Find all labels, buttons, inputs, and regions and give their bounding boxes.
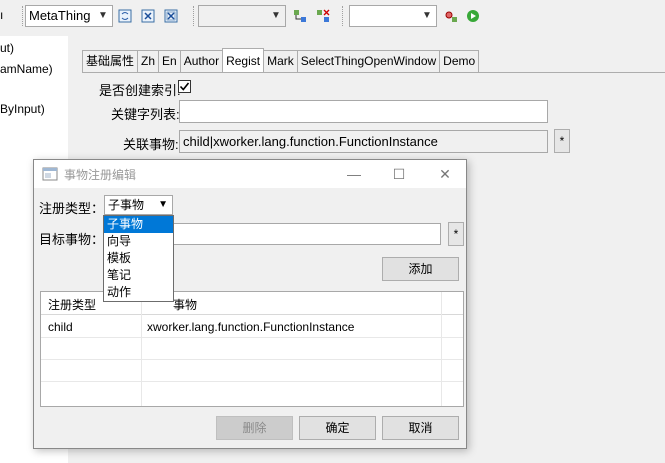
close-document-icon[interactable] (140, 8, 156, 24)
dropdown-option-action[interactable]: 动作 (104, 284, 173, 301)
close-icon[interactable]: ✕ (431, 164, 459, 184)
search-combo[interactable]: ▼ (349, 5, 437, 27)
find-icon[interactable] (443, 8, 459, 24)
refresh-document-icon[interactable] (117, 8, 133, 24)
run-icon[interactable] (465, 8, 481, 24)
related-thing-input[interactable]: child|xworker.lang.function.FunctionInst… (179, 130, 548, 153)
maximize-icon[interactable]: ☐ (385, 164, 413, 184)
toolbar: ı MetaThing ▼ ▼ ▼ (0, 0, 665, 32)
toolbar-separator (193, 6, 194, 26)
target-thing-browse-button[interactable]: * (448, 222, 464, 246)
tab-bar: 基础属性 Zh En Author Regist Mark SelectThin… (82, 48, 480, 72)
tab-en[interactable]: En (158, 50, 181, 72)
checkmark-icon (179, 82, 190, 91)
toolbar-fragment: ı (0, 8, 4, 22)
type-combo-value: 子事物 (108, 198, 145, 212)
keywords-input[interactable] (179, 100, 548, 123)
outline-item[interactable]: amName) (0, 62, 53, 76)
keywords-label: 关键字列表: (111, 107, 180, 122)
window-icon (42, 167, 58, 181)
dropdown-option-wizard[interactable]: 向导 (104, 233, 173, 250)
table-cell-thing: xworker.lang.function.FunctionInstance (147, 320, 355, 334)
tree-remove-icon[interactable] (315, 8, 331, 24)
outline-item[interactable]: ByInput) (0, 102, 45, 116)
add-button[interactable]: 添加 (382, 257, 459, 281)
thing-type-combo-value: MetaThing (29, 8, 91, 23)
dropdown-option-template[interactable]: 模板 (104, 250, 173, 267)
chevron-down-icon: ▼ (271, 10, 281, 21)
delete-button[interactable]: 删除 (216, 416, 293, 440)
tree-link-icon[interactable] (292, 8, 308, 24)
cancel-button[interactable]: 取消 (382, 416, 459, 440)
column-divider (441, 292, 442, 406)
header-divider (41, 314, 463, 315)
chevron-down-icon: ▼ (98, 10, 108, 21)
tab-basic[interactable]: 基础属性 (82, 50, 139, 72)
row-divider (41, 381, 463, 382)
column-divider (141, 292, 142, 406)
column-header-thing[interactable]: 事物 (173, 296, 197, 313)
tab-mark[interactable]: Mark (263, 50, 298, 72)
type-combo[interactable]: 子事物 ▼ (104, 195, 173, 215)
type-dropdown-list: 子事物 向导 模板 笔记 动作 (103, 215, 174, 302)
column-header-type[interactable]: 注册类型 (48, 296, 96, 313)
minimize-icon[interactable]: — (340, 164, 368, 184)
registration-table: 注册类型 事物 child xworker.lang.function.Func… (40, 291, 464, 407)
type-label: 注册类型： (39, 201, 105, 216)
close-all-documents-icon[interactable] (163, 8, 179, 24)
dialog-titlebar: 事物注册编辑 — ☐ ✕ (34, 160, 466, 188)
table-cell-type: child (48, 320, 73, 334)
tab-author[interactable]: Author (179, 50, 224, 72)
thing-type-combo[interactable]: MetaThing ▼ (25, 5, 113, 27)
tab-zh[interactable]: Zh (137, 50, 160, 72)
create-index-checkbox[interactable] (178, 80, 191, 93)
dropdown-option-child[interactable]: 子事物 (104, 216, 173, 233)
toolbar-separator (342, 6, 343, 26)
dialog-title: 事物注册编辑 (64, 168, 137, 182)
toolbar-separator (22, 6, 23, 26)
outline-item[interactable]: ut) (0, 41, 14, 55)
chevron-down-icon: ▼ (158, 199, 168, 210)
tab-demo[interactable]: Demo (439, 50, 480, 72)
tab-select-thing-open-window[interactable]: SelectThingOpenWindow (296, 50, 441, 72)
dropdown-option-note[interactable]: 笔记 (104, 267, 173, 284)
tab-divider (82, 72, 665, 73)
chevron-down-icon: ▼ (422, 10, 432, 21)
tab-regist[interactable]: Regist (222, 48, 265, 72)
related-thing-label: 关联事物: (123, 137, 179, 152)
row-divider (41, 337, 463, 338)
row-divider (41, 359, 463, 360)
ok-button[interactable]: 确定 (299, 416, 376, 440)
create-index-label: 是否创建索引: (99, 83, 181, 98)
related-thing-browse-button[interactable]: * (554, 129, 570, 153)
registration-dialog: 事物注册编辑 — ☐ ✕ 注册类型： 子事物 ▼ 目标事物： * 添加 注册类型… (33, 159, 467, 449)
empty-combo[interactable]: ▼ (198, 5, 286, 27)
target-thing-label: 目标事物： (39, 232, 105, 247)
